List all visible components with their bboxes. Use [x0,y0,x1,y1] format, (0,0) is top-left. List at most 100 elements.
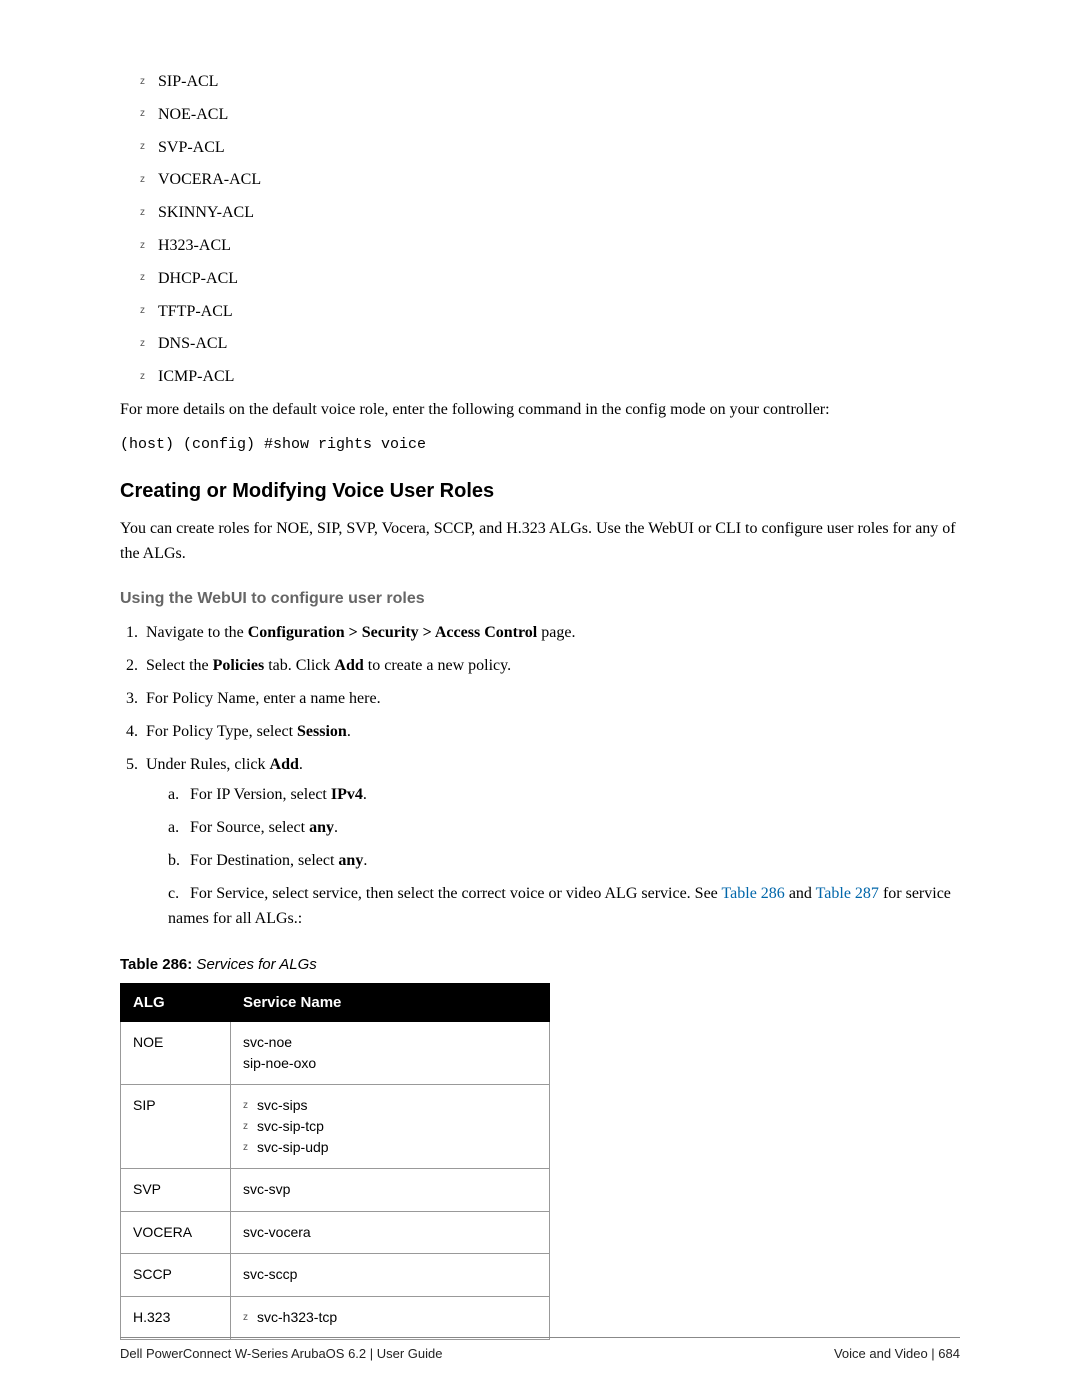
footer-left: Dell PowerConnect W-Series ArubaOS 6.2 |… [120,1346,443,1361]
text: . [299,756,303,773]
list-item: SVP-ACL [140,136,960,161]
cell-alg: VOCERA [121,1211,231,1254]
bold-text: Add [270,756,299,773]
bullet-icon [243,1309,257,1325]
table-row: NOEsvc-noesip-noe-oxo [121,1021,550,1084]
caption-number: Table 286: [120,956,192,973]
service-entry: svc-sip-udp [243,1137,537,1158]
list-item: NOE-ACL [140,103,960,128]
service-name: svc-sip-udp [257,1139,329,1155]
cell-service: svc-sips svc-sip-tcp svc-sip-udp [231,1084,550,1168]
services-table: ALG Service Name NOEsvc-noesip-noe-oxoSI… [120,983,550,1340]
service-entry: svc-noe [243,1032,537,1053]
heading-webui: Using the WebUI to configure user roles [120,587,960,612]
service-entry: svc-h323-tcp [243,1307,537,1328]
content-body: SIP-ACL NOE-ACL SVP-ACL VOCERA-ACL SKINN… [120,70,960,1340]
text: For Destination, select [190,852,338,869]
table-caption: Table 286: Services for ALGs [120,953,960,976]
bold-text: Add [334,657,363,674]
cell-alg: SIP [121,1084,231,1168]
text: For IP Version, select [190,786,331,803]
table-row: SCCP svc-sccp [121,1254,550,1297]
bold-text: Policies [213,657,265,674]
service-entry: svc-sips [243,1095,537,1116]
bold-text: IPv4 [331,786,363,803]
th-alg: ALG [121,983,231,1021]
create-paragraph: You can create roles for NOE, SIP, SVP, … [120,517,960,567]
table-row: SVP svc-svp [121,1168,550,1211]
th-service: Service Name [231,983,550,1021]
cell-service: svc-sccp [231,1254,550,1297]
cell-service: svc-noesip-noe-oxo [231,1021,550,1084]
service-entry: svc-vocera [243,1222,537,1243]
list-item: SKINNY-ACL [140,201,960,226]
list-item: SIP-ACL [140,70,960,95]
table-row: H.323 svc-h323-tcp [121,1296,550,1339]
step-1: Navigate to the Configuration > Security… [142,621,960,646]
text: page. [537,624,575,641]
service-entry: sip-noe-oxo [243,1053,537,1074]
step-2: Select the Policies tab. Click Add to cr… [142,654,960,679]
service-entry: svc-svp [243,1179,537,1200]
page-footer: Dell PowerConnect W-Series ArubaOS 6.2 |… [120,1337,960,1361]
heading-creating: Creating or Modifying Voice User Roles [120,476,960,507]
text: Select the [146,657,213,674]
service-name: svc-h323-tcp [257,1309,337,1325]
footer-right: Voice and Video | 684 [834,1346,960,1361]
details-paragraph: For more details on the default voice ro… [120,398,960,423]
text: Under Rules, click [146,756,270,773]
cell-service: svc-svp [231,1168,550,1211]
caption-title: Services for ALGs [192,956,316,973]
sub-steps: a.For IP Version, select IPv4. a.For Sou… [146,783,960,931]
bold-text: any [309,819,334,836]
text: . [363,786,367,803]
cell-alg: SVP [121,1168,231,1211]
cell-alg: H.323 [121,1296,231,1339]
substep-a2: a.For Source, select any. [168,816,960,841]
list-item: TFTP-ACL [140,300,960,325]
table-row: VOCERA svc-vocera [121,1211,550,1254]
substep-a1: a.For IP Version, select IPv4. [168,783,960,808]
bullet-icon [243,1118,257,1134]
step-4: For Policy Type, select Session. [142,720,960,745]
bullet-icon [243,1139,257,1155]
text: to create a new policy. [364,657,511,674]
cell-service: svc-vocera [231,1211,550,1254]
cell-alg: NOE [121,1021,231,1084]
text: . [334,819,338,836]
bold-text: Configuration > Security > Access Contro… [248,624,537,641]
text: . [363,852,367,869]
substep-c: c.For Service, select service, then sele… [168,882,960,932]
service-name: svc-sip-tcp [257,1118,324,1134]
page: SIP-ACL NOE-ACL SVP-ACL VOCERA-ACL SKINN… [0,0,1080,1397]
bold-text: Session [297,723,347,740]
acl-list: SIP-ACL NOE-ACL SVP-ACL VOCERA-ACL SKINN… [120,70,960,390]
text: Navigate to the [146,624,248,641]
service-entry: svc-sccp [243,1264,537,1285]
service-entry: svc-sip-tcp [243,1116,537,1137]
link-table-286[interactable]: Table 286 [722,885,785,902]
list-item: H323-ACL [140,234,960,259]
list-item: DNS-ACL [140,332,960,357]
code-block: (host) (config) #show rights voice [120,433,960,456]
text: For Source, select [190,819,309,836]
text: For Policy Type, select [146,723,297,740]
link-table-287[interactable]: Table 287 [816,885,879,902]
list-item: VOCERA-ACL [140,168,960,193]
step-5: Under Rules, click Add. a.For IP Version… [142,753,960,932]
list-item: ICMP-ACL [140,365,960,390]
list-item: DHCP-ACL [140,267,960,292]
table-row: SIP svc-sips svc-sip-tcp svc-sip-udp [121,1084,550,1168]
text: tab. Click [264,657,334,674]
substep-b: b.For Destination, select any. [168,849,960,874]
service-name: svc-sips [257,1097,308,1113]
text: . [347,723,351,740]
steps-list: Navigate to the Configuration > Security… [120,621,960,931]
bullet-icon [243,1097,257,1113]
step-3: For Policy Name, enter a name here. [142,687,960,712]
cell-service: svc-h323-tcp [231,1296,550,1339]
bold-text: any [338,852,363,869]
cell-alg: SCCP [121,1254,231,1297]
text: For Service, select service, then select… [190,885,722,902]
text: and [785,885,816,902]
